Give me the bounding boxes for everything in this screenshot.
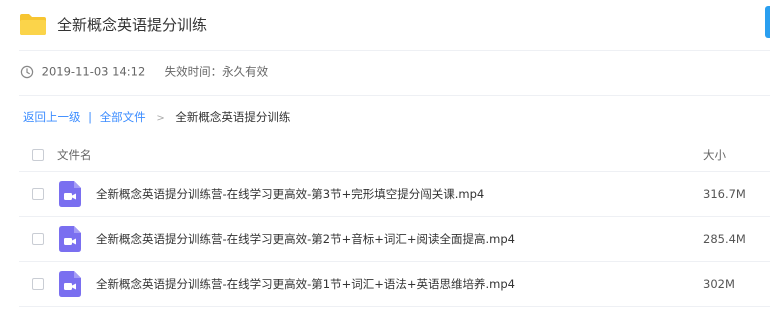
share-title: 全新概念英语提分训练 [57,16,208,34]
breadcrumb-all-files-link[interactable]: 全部文件 [100,110,146,124]
file-table-header: 文件名 大小 [19,140,770,170]
share-expiry: 失效时间：永久有效 [164,64,269,79]
video-file-icon [59,271,81,297]
file-size: 302M [703,277,735,291]
table-row[interactable]: 全新概念英语提分训练营-在线学习更高效-第2节+音标+词汇+阅读全面提高.mp4… [19,217,770,261]
share-date: 2019-11-03 14:12 [41,64,146,79]
file-size: 316.7M [703,187,746,201]
table-row[interactable]: 全新概念英语提分训练营-在线学习更高效-第3节+完形填空提分闯关课.mp4 31… [19,172,770,216]
file-size: 285.4M [703,232,746,246]
file-name-link[interactable]: 全新概念英语提分训练营-在线学习更高效-第1节+词汇+语法+英语思维培养.mp4 [96,276,515,292]
column-header-name[interactable]: 文件名 [57,147,92,163]
breadcrumb-separator: | [88,110,93,124]
column-header-size[interactable]: 大小 [703,147,726,163]
share-meta: 2019-11-03 14:12 失效时间：永久有效 [20,62,268,80]
file-name-link[interactable]: 全新概念英语提分训练营-在线学习更高效-第2节+音标+词汇+阅读全面提高.mp4 [96,231,515,247]
row-checkbox[interactable] [32,188,44,200]
table-row[interactable]: 全新概念英语提分训练营-在线学习更高效-第1节+词汇+语法+英语思维培养.mp4… [19,262,770,306]
file-name-link[interactable]: 全新概念英语提分训练营-在线学习更高效-第3节+完形填空提分闯关课.mp4 [96,186,484,202]
video-file-icon [59,226,81,252]
header-divider [19,50,770,51]
breadcrumb-back-link[interactable]: 返回上一级 [23,110,81,124]
video-file-icon [59,181,81,207]
meta-divider [19,95,770,96]
clock-icon [20,65,34,78]
share-header: 全新概念英语提分训练 [0,0,770,50]
row-checkbox[interactable] [32,233,44,245]
breadcrumb-current: 全新概念英语提分训练 [175,110,291,124]
row-checkbox[interactable] [32,278,44,290]
side-action-button[interactable] [765,6,770,38]
breadcrumb-arrow: > [156,113,165,124]
row-divider [19,306,770,307]
select-all-checkbox[interactable] [32,149,44,161]
breadcrumb: 返回上一级 | 全部文件 > 全新概念英语提分训练 [23,108,290,128]
folder-icon [20,14,46,35]
